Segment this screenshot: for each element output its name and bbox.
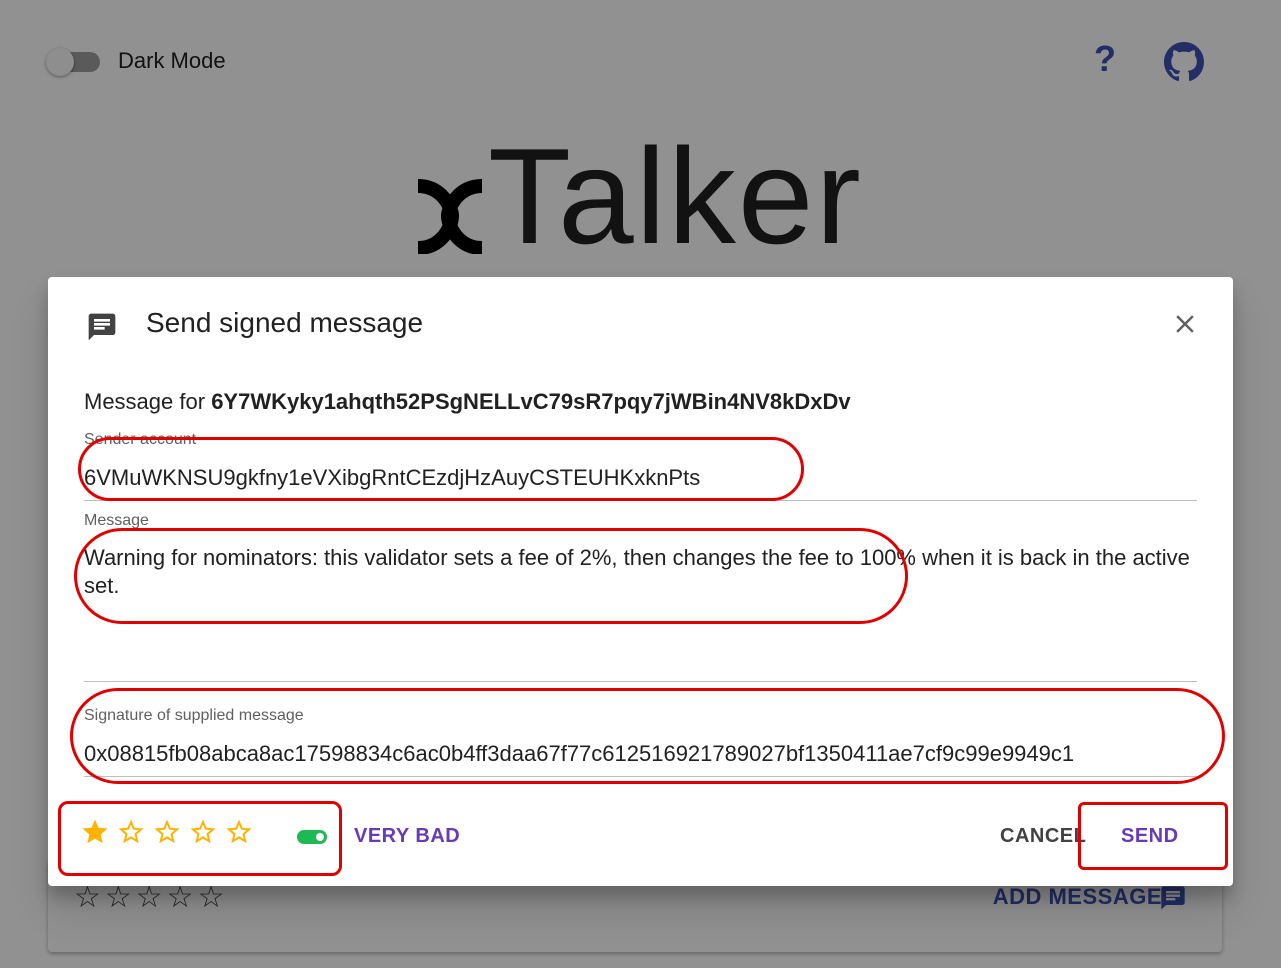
message-for-prefix: Message for — [84, 389, 206, 414]
recipient-address: 6Y7WKyky1ahqth52PSgNELLvC79sR7pqy7jWBin4… — [211, 389, 851, 414]
annotation-message-ellipse — [74, 528, 908, 624]
chat-icon — [88, 313, 116, 341]
message-recipient: Message for 6Y7WKyky1ahqth52PSgNELLvC79s… — [84, 389, 851, 415]
annotation-send-box — [1078, 802, 1228, 870]
cancel-button[interactable]: CANCEL — [1000, 825, 1086, 848]
annotation-sender-ellipse — [78, 437, 804, 501]
close-icon[interactable] — [1170, 309, 1200, 339]
annotation-rating-box — [58, 801, 342, 876]
annotation-signature-ellipse — [70, 688, 1225, 784]
rating-label: VERY BAD — [354, 825, 461, 847]
message-field-underline — [84, 681, 1197, 682]
dialog-title: Send signed message — [146, 307, 424, 338]
